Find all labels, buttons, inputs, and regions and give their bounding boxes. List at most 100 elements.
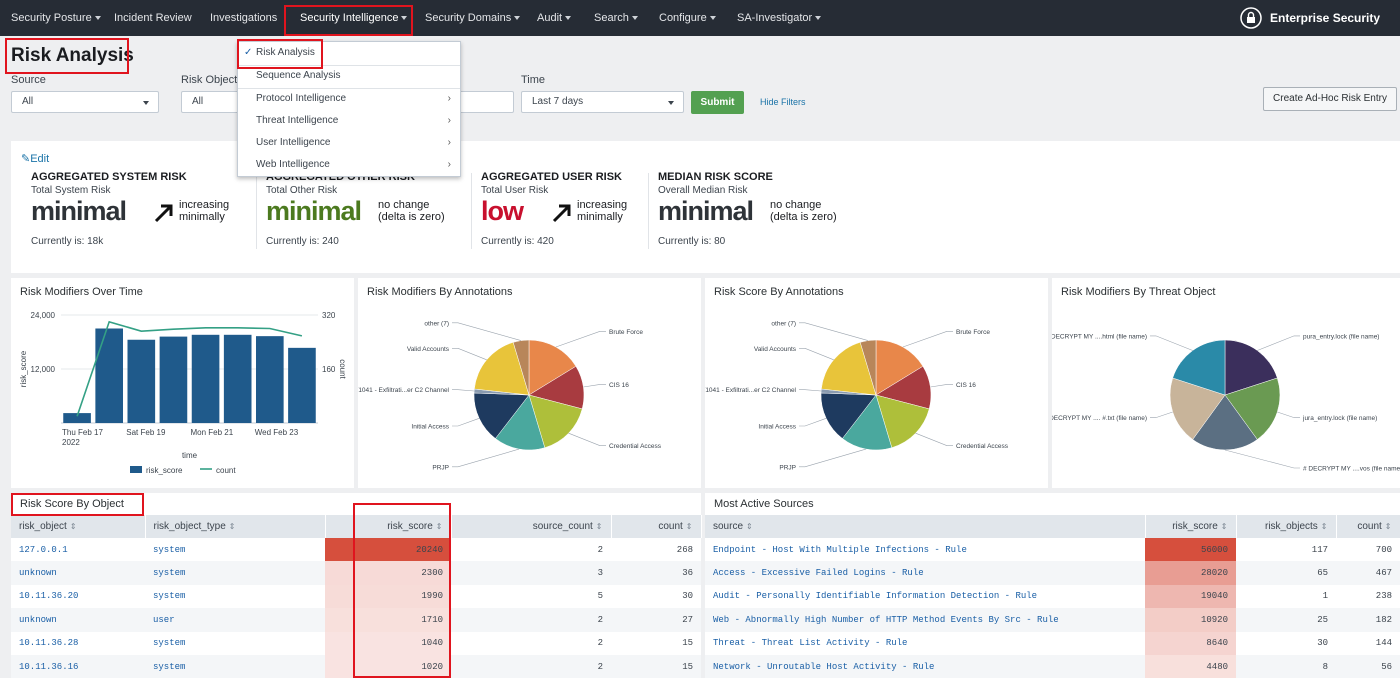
kpi-subtitle: Overall Median Risk xyxy=(658,185,748,196)
pie-leader-line xyxy=(1257,335,1300,351)
pie-leader-line xyxy=(1150,411,1173,418)
table-row[interactable]: 127.0.0.1 system 20240 2 268 xyxy=(11,538,701,562)
menu-item-protocol-intelligence[interactable]: Protocol Intelligence › xyxy=(238,88,460,110)
risk-object-select-value: All xyxy=(192,96,204,107)
table-row[interactable]: Threat - Threat List Activity - Rule 8640… xyxy=(705,631,1400,655)
cell-source[interactable]: Network - Unroutable Host Activity - Rul… xyxy=(705,654,1145,678)
nav-investigations[interactable]: Investigations xyxy=(210,0,277,36)
table-row[interactable]: 10.11.36.20 system 1990 5 30 xyxy=(11,584,701,609)
cell-source[interactable]: Threat - Threat List Activity - Rule xyxy=(705,632,1145,655)
nav-sa-investigator[interactable]: SA-Investigator xyxy=(737,0,822,36)
cell-risk-object[interactable]: unknown xyxy=(11,608,145,632)
table-row[interactable]: 10.11.36.16 system 1020 2 15 xyxy=(11,654,701,678)
cell-count: 56 xyxy=(1336,654,1400,678)
menu-item-label: Sequence Analysis xyxy=(256,70,341,81)
cell-source[interactable]: Access - Excessive Failed Logins - Rule xyxy=(705,561,1145,585)
kpi-trend-line: minimally xyxy=(577,211,623,223)
pie-leader-line xyxy=(799,322,869,341)
submit-button[interactable]: Submit xyxy=(691,91,744,114)
cell-risk-object[interactable]: 127.0.0.1 xyxy=(11,538,145,561)
pie-label: Brute Force xyxy=(956,329,990,336)
kpi-value: minimal xyxy=(658,196,754,226)
sort-icon: ⇕ xyxy=(435,522,443,531)
cell-risk-objects: 117 xyxy=(1311,544,1328,555)
menu-item-threat-intelligence[interactable]: Threat Intelligence › xyxy=(238,110,460,132)
cell-count: 36 xyxy=(611,561,701,585)
cell-source[interactable]: Endpoint - Host With Multiple Infections… xyxy=(705,538,1145,561)
nav-audit[interactable]: Audit xyxy=(537,0,572,36)
kpi-divider xyxy=(471,173,472,249)
kpi-subtitle: Total Other Risk xyxy=(266,185,338,196)
table-row[interactable]: 10.11.36.28 system 1040 2 15 xyxy=(11,631,701,655)
cell-risk-object[interactable]: 10.11.36.20 xyxy=(11,585,145,608)
table-row[interactable]: Audit - Personally Identifiable Informat… xyxy=(705,584,1400,609)
hide-filters-link[interactable]: Hide Filters xyxy=(760,97,806,107)
sources-table-body: Endpoint - Host With Multiple Infections… xyxy=(705,538,1400,678)
header-label: risk_score xyxy=(387,521,433,532)
col-header-count[interactable]: count ⇕ xyxy=(1336,515,1400,538)
table-row[interactable]: unknown user 1710 2 27 xyxy=(11,608,701,632)
cell-risk-object-type[interactable]: system xyxy=(145,561,325,585)
cell-risk-object[interactable]: 10.11.36.28 xyxy=(11,632,145,655)
kpi-trend: increasing minimally xyxy=(577,199,627,223)
risk-object-type-select[interactable]: All xyxy=(181,91,241,113)
source-select[interactable]: All xyxy=(11,91,159,113)
cell-risk-object[interactable]: unknown xyxy=(11,561,145,585)
check-icon: ✓ xyxy=(244,47,253,58)
nav-search[interactable]: Search xyxy=(594,0,638,36)
cell-risk-object-type[interactable]: system xyxy=(145,632,325,655)
app-brand[interactable]: Enterprise Security xyxy=(1240,0,1400,36)
sort-icon: ⇕ xyxy=(685,522,693,531)
chart-bar-sat-feb-19 xyxy=(127,339,156,423)
menu-item-web-intelligence[interactable]: Web Intelligence › xyxy=(238,154,460,176)
pie-label: Initial Access xyxy=(411,423,449,430)
nav-security-intelligence[interactable]: Security Intelligence xyxy=(300,0,408,36)
cell-risk-object[interactable]: 10.11.36.16 xyxy=(11,654,145,678)
col-header-count[interactable]: count ⇕ xyxy=(611,515,702,538)
nav-incident-review[interactable]: Incident Review xyxy=(114,0,192,36)
nav-label: Security Intelligence xyxy=(300,12,399,24)
col-header-risk-score[interactable]: risk_score ⇕ xyxy=(1145,515,1237,538)
table-row[interactable]: Network - Unroutable Host Activity - Rul… xyxy=(705,654,1400,678)
col-header-source-count[interactable]: source_count ⇕ xyxy=(451,515,612,538)
chart-bar-sun-feb-20 xyxy=(159,336,188,423)
col-header-risk-object-type[interactable]: risk_object_type ⇕ xyxy=(145,515,326,538)
menu-item-sequence-analysis[interactable]: Sequence Analysis xyxy=(238,65,460,87)
col-header-source[interactable]: source ⇕ xyxy=(705,515,1146,538)
nav-security-domains[interactable]: Security Domains xyxy=(425,0,521,36)
time-range-select[interactable]: Last 7 days xyxy=(521,91,684,113)
x-tick-label-year: 2022 xyxy=(62,438,80,447)
caret-down-icon xyxy=(514,16,521,21)
edit-label: Edit xyxy=(30,153,50,165)
kpi-trend: no change (delta is zero) xyxy=(770,199,837,223)
cell-risk-object-type[interactable]: system xyxy=(145,538,325,561)
table-row[interactable]: Endpoint - Host With Multiple Infections… xyxy=(705,538,1400,562)
cell-risk-object-type[interactable]: system xyxy=(145,654,325,678)
cell-source[interactable]: Audit - Personally Identifiable Informat… xyxy=(705,585,1145,608)
table-row[interactable]: Web - Abnormally High Number of HTTP Met… xyxy=(705,608,1400,632)
nav-security-posture[interactable]: Security Posture xyxy=(11,0,101,36)
caret-down-icon xyxy=(815,16,822,21)
col-header-risk-score[interactable]: risk_score ⇕ xyxy=(325,515,452,538)
risk-object-input[interactable] xyxy=(455,91,514,113)
nav-configure[interactable]: Configure xyxy=(659,0,716,36)
nav-label: Configure xyxy=(659,12,707,24)
cell-risk-object-type[interactable]: system xyxy=(145,585,325,608)
cell-source[interactable]: Web - Abnormally High Number of HTTP Met… xyxy=(705,608,1145,632)
score-annotations-pie-chart: Brute Force CIS 16 Credential Access PRJP In… xyxy=(705,320,1009,471)
pie-label: PRJP xyxy=(432,464,449,471)
edit-link[interactable]: ✎Edit xyxy=(21,152,49,165)
x-axis-label: time xyxy=(182,451,198,460)
pie-label: Credential Access xyxy=(609,443,662,450)
col-header-risk-object[interactable]: risk_object ⇕ xyxy=(11,515,146,538)
create-adhoc-risk-button[interactable]: Create Ad-Hoc Risk Entry xyxy=(1263,87,1397,111)
table-row[interactable]: unknown system 2300 3 36 xyxy=(11,561,701,585)
menu-item-label: Protocol Intelligence xyxy=(256,93,347,104)
menu-item-user-intelligence[interactable]: User Intelligence › xyxy=(238,132,460,154)
most-active-sources-table: source ⇕ risk_score ⇕ risk_objects ⇕ count ⇕… xyxy=(705,515,1400,678)
col-header-risk-objects[interactable]: risk_objects ⇕ xyxy=(1236,515,1337,538)
cell-risk-object-type[interactable]: user xyxy=(145,608,325,632)
chevron-right-icon: › xyxy=(447,115,451,126)
menu-item-risk-analysis[interactable]: ✓ Risk Analysis xyxy=(238,42,460,64)
table-row[interactable]: Access - Excessive Failed Logins - Rule 2… xyxy=(705,561,1400,585)
